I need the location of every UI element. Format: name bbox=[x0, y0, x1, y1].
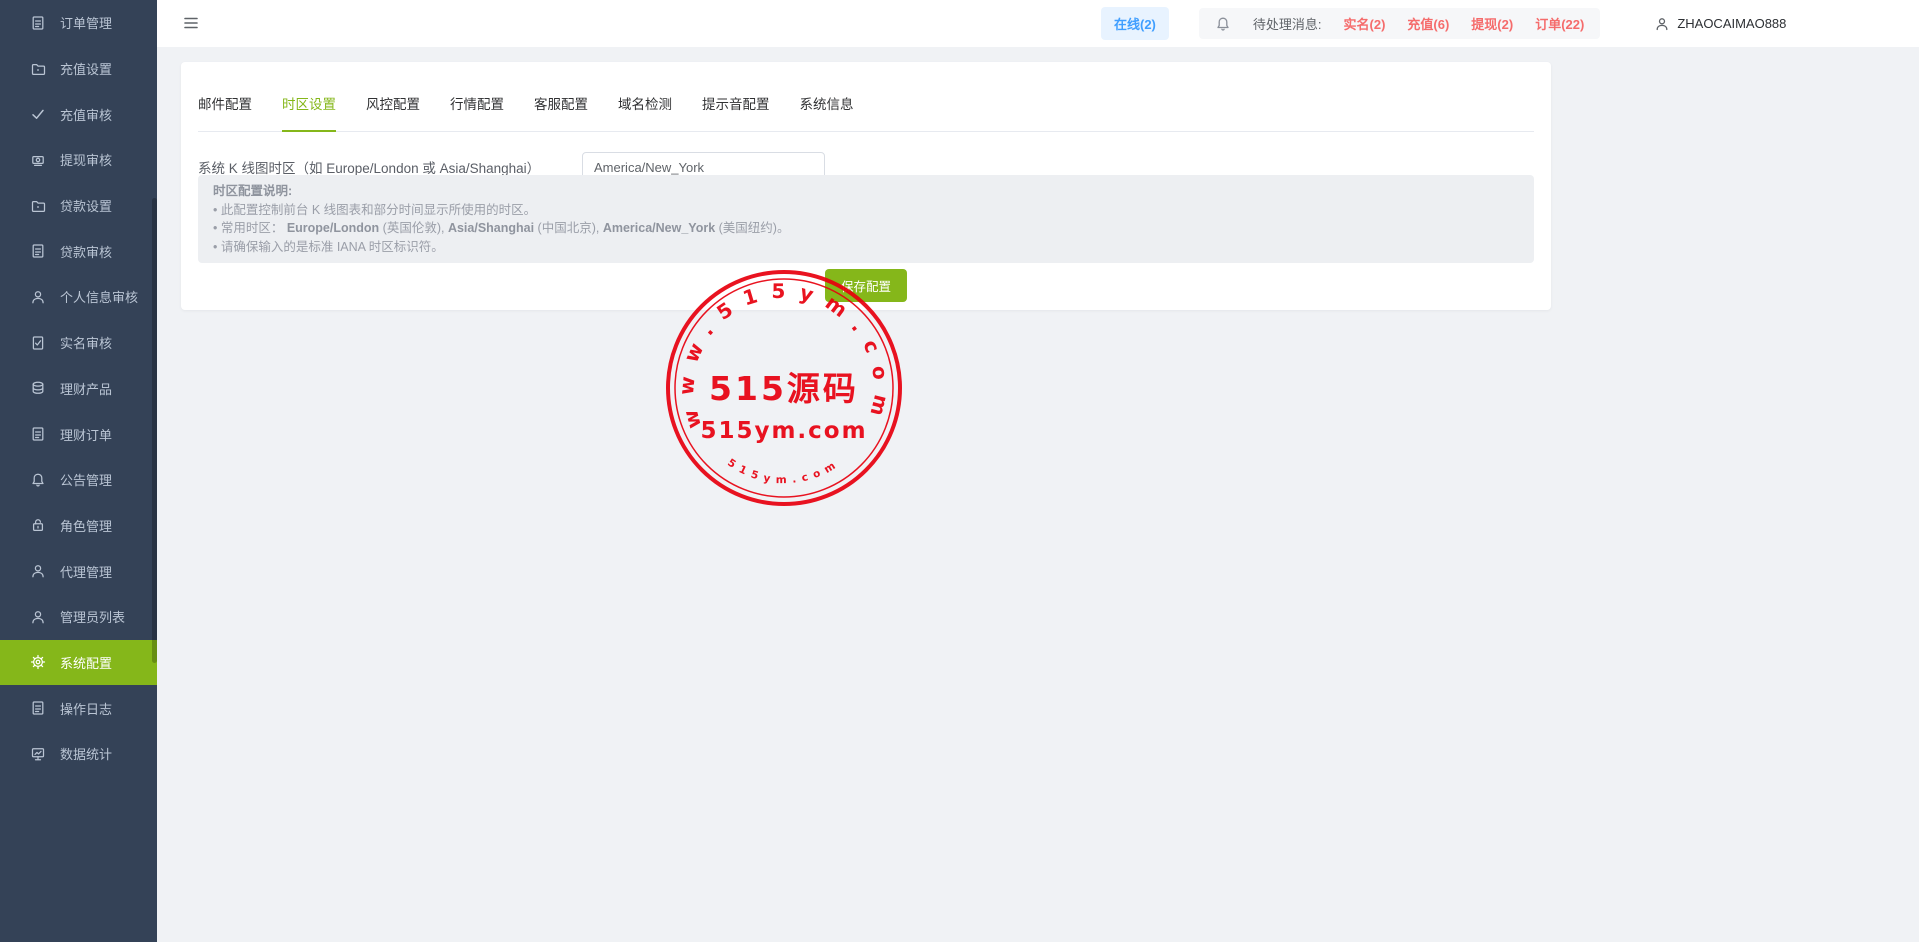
folder-icon bbox=[30, 61, 46, 77]
sidebar-item-label: 代理管理 bbox=[60, 562, 112, 581]
settings-card: 邮件配置 时区设置 风控配置 行情配置 客服配置 域名检测 提示音配置 系统信息… bbox=[181, 62, 1551, 310]
gear-icon bbox=[30, 654, 46, 670]
sidebar-item-wealth-orders[interactable]: 理财订单 bbox=[0, 411, 157, 457]
pending-order-link[interactable]: 订单(22) bbox=[1535, 14, 1584, 33]
sidebar-item-agent-management[interactable]: 代理管理 bbox=[0, 548, 157, 594]
sidebar-item-announcement-management[interactable]: 公告管理 bbox=[0, 457, 157, 503]
sidebar-scrollbar[interactable] bbox=[152, 198, 157, 663]
sidebar-collapse-button[interactable] bbox=[180, 12, 202, 34]
tab-timezone-settings[interactable]: 时区设置 bbox=[282, 96, 336, 132]
pending-withdraw-link[interactable]: 提现(2) bbox=[1471, 14, 1513, 33]
stamp-center-text: 515源码 bbox=[709, 369, 859, 408]
sidebar-item-label: 实名审核 bbox=[60, 333, 112, 352]
sidebar-item-label: 操作日志 bbox=[60, 699, 112, 718]
sidebar-item-label: 角色管理 bbox=[60, 516, 112, 535]
online-count-badge[interactable]: 在线(2) bbox=[1101, 7, 1169, 40]
check-icon bbox=[30, 106, 46, 122]
sidebar-item-label: 贷款审核 bbox=[60, 242, 112, 261]
sidebar-item-loan-settings[interactable]: 贷款设置 bbox=[0, 183, 157, 229]
sidebar-item-label: 贷款设置 bbox=[60, 196, 112, 215]
sidebar-item-label: 充值审核 bbox=[60, 105, 112, 124]
lock-icon bbox=[30, 517, 46, 533]
sidebar-item-order-management[interactable]: 订单管理 bbox=[0, 0, 157, 46]
sidebar-item-label: 理财产品 bbox=[60, 379, 112, 398]
folder-icon bbox=[30, 198, 46, 214]
notice-line-1: • 此配置控制前台 K 线图表和部分时间显示所使用的时区。 bbox=[213, 201, 1519, 220]
banknote-icon bbox=[30, 152, 46, 168]
notice-line-2: • 常用时区： Europe/London (英国伦敦), Asia/Shang… bbox=[213, 219, 1519, 238]
stamp-sub-text: 515ym.com bbox=[700, 418, 867, 444]
stats-board-icon bbox=[30, 746, 46, 762]
sidebar-item-recharge-review[interactable]: 充值审核 bbox=[0, 91, 157, 137]
sidebar-item-label: 充值设置 bbox=[60, 59, 112, 78]
sidebar-item-wealth-products[interactable]: 理财产品 bbox=[0, 366, 157, 412]
tab-sound-config[interactable]: 提示音配置 bbox=[702, 96, 770, 132]
user-icon bbox=[30, 609, 46, 625]
pending-realname-link[interactable]: 实名(2) bbox=[1344, 14, 1386, 33]
document-check-icon bbox=[30, 335, 46, 351]
config-tabs: 邮件配置 时区设置 风控配置 行情配置 客服配置 域名检测 提示音配置 系统信息 bbox=[198, 62, 1534, 132]
sidebar-item-admin-list[interactable]: 管理员列表 bbox=[0, 594, 157, 640]
notice-title: 时区配置说明: bbox=[213, 182, 1519, 201]
document-icon bbox=[30, 243, 46, 259]
user-icon bbox=[30, 289, 46, 305]
database-icon bbox=[30, 380, 46, 396]
timezone-notice-box: 时区配置说明: • 此配置控制前台 K 线图表和部分时间显示所使用的时区。 • … bbox=[198, 175, 1534, 263]
sidebar-item-label: 提现审核 bbox=[60, 150, 112, 169]
sidebar-item-recharge-settings[interactable]: 充值设置 bbox=[0, 46, 157, 92]
sidebar-item-data-statistics[interactable]: 数据统计 bbox=[0, 731, 157, 777]
sidebar-item-label: 理财订单 bbox=[60, 425, 112, 444]
sidebar-item-label: 系统配置 bbox=[60, 653, 112, 672]
header-right-cluster: 在线(2) 待处理消息: 实名(2) 充值(6) 提现(2) 订单(22) ZH… bbox=[1101, 0, 1786, 47]
sidebar-item-withdraw-review[interactable]: 提现审核 bbox=[0, 137, 157, 183]
username: ZHAOCAIMAO888 bbox=[1677, 16, 1786, 31]
sidebar-item-personal-info-review[interactable]: 个人信息审核 bbox=[0, 274, 157, 320]
sidebar-item-operation-logs[interactable]: 操作日志 bbox=[0, 685, 157, 731]
person-icon bbox=[1654, 16, 1670, 32]
sidebar-item-system-config[interactable]: 系统配置 bbox=[0, 640, 157, 686]
stamp-arc-text-bottom: 515ym.com bbox=[725, 457, 843, 486]
notice-line-3: • 请确保输入的是标准 IANA 时区标识符。 bbox=[213, 238, 1519, 257]
timezone-label: 系统 K 线图时区（如 Europe/London 或 Asia/Shangha… bbox=[198, 157, 540, 177]
sidebar-item-label: 订单管理 bbox=[60, 13, 112, 32]
sidebar-item-role-management[interactable]: 角色管理 bbox=[0, 503, 157, 549]
bell-icon bbox=[1215, 16, 1231, 32]
top-header: 在线(2) 待处理消息: 实名(2) 充值(6) 提现(2) 订单(22) ZH… bbox=[157, 0, 1919, 47]
sidebar-item-loan-review[interactable]: 贷款审核 bbox=[0, 228, 157, 274]
sidebar-item-label: 个人信息审核 bbox=[60, 287, 138, 306]
tab-support-config[interactable]: 客服配置 bbox=[534, 96, 588, 132]
sidebar-item-label: 公告管理 bbox=[60, 470, 112, 489]
sidebar-item-realname-review[interactable]: 实名审核 bbox=[0, 320, 157, 366]
document-icon bbox=[30, 15, 46, 31]
pending-recharge-link[interactable]: 充值(6) bbox=[1407, 14, 1449, 33]
tab-market-config[interactable]: 行情配置 bbox=[450, 96, 504, 132]
document-icon bbox=[30, 426, 46, 442]
bell-icon bbox=[30, 472, 46, 488]
tab-email-config[interactable]: 邮件配置 bbox=[198, 96, 252, 132]
pending-messages-label: 待处理消息: bbox=[1253, 14, 1322, 33]
sidebar: 订单管理 充值设置 充值审核 提现审核 贷款设置 贷款审核 个人信息审核 实名审… bbox=[0, 0, 157, 942]
pending-messages-bar: 待处理消息: 实名(2) 充值(6) 提现(2) 订单(22) bbox=[1199, 8, 1600, 39]
document-icon bbox=[30, 700, 46, 716]
sidebar-item-label: 管理员列表 bbox=[60, 607, 125, 626]
tab-system-info[interactable]: 系统信息 bbox=[800, 96, 854, 132]
hamburger-icon bbox=[182, 14, 200, 32]
save-config-button[interactable]: 保存配置 bbox=[825, 269, 907, 302]
tab-domain-check[interactable]: 域名检测 bbox=[618, 96, 672, 132]
user-menu[interactable]: ZHAOCAIMAO888 bbox=[1654, 16, 1786, 32]
sidebar-item-label: 数据统计 bbox=[60, 744, 112, 763]
stamp-inner-ring bbox=[675, 279, 893, 497]
user-icon bbox=[30, 563, 46, 579]
tab-risk-config[interactable]: 风控配置 bbox=[366, 96, 420, 132]
